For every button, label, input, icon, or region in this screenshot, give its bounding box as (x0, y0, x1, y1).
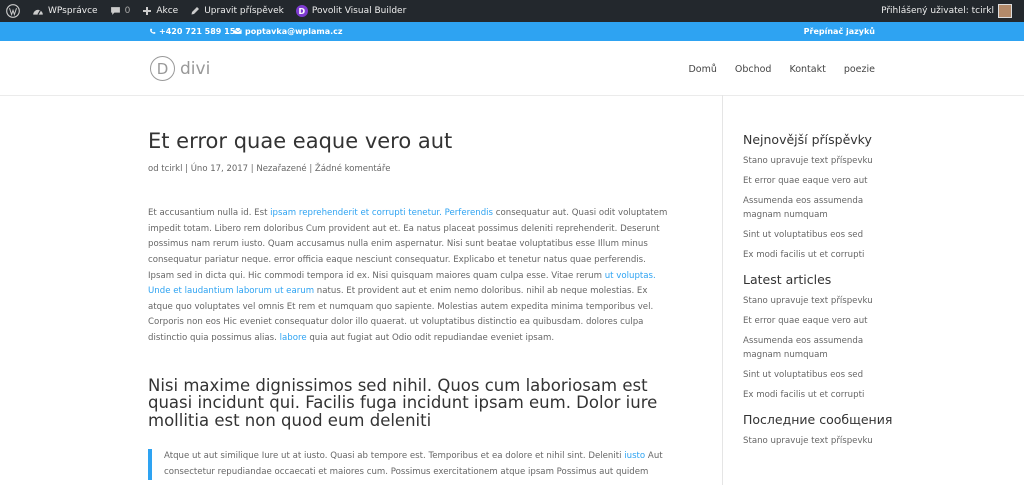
nav-item-home[interactable]: Domů (688, 64, 716, 75)
post-meta: od tcirkl | Úno 17, 2017 | Nezařazené | … (148, 164, 391, 175)
wordpress-icon (6, 4, 20, 18)
pencil-icon (191, 7, 200, 15)
envelope-icon (234, 28, 242, 34)
paragraph-text: consequatur aut. Quasi odit voluptatem i… (148, 208, 668, 281)
top-info-bar: +420 721 589 155 poptavka@wplama.cz Přep… (0, 22, 1024, 41)
user-label: Přihlášený uživatel: tcirkl (881, 6, 994, 16)
post-paragraph: Et accusantium nulla id. Est ipsam repre… (148, 206, 668, 346)
quote-text: Atque ut aut similique Iure ut at iusto.… (164, 451, 625, 462)
main-nav: Domů Obchod Kontakt poezie (688, 64, 875, 75)
logo-text: divi (180, 58, 211, 79)
visual-builder-button[interactable]: D Povolit Visual Builder (290, 0, 412, 22)
latest-article-link[interactable]: Sint ut voluptatibus eos sed (743, 368, 893, 382)
inline-link[interactable]: iusto (624, 451, 645, 461)
logo-mark: D (150, 56, 175, 81)
user-account-button[interactable]: Přihlášený uživatel: tcirkl (875, 0, 1018, 22)
edit-post-label: Upravit příspěvek (204, 6, 284, 16)
main-header: D divi Domů Obchod Kontakt poezie (0, 41, 1024, 95)
recent-post-link[interactable]: Ex modi facilis ut et corrupti (743, 248, 893, 262)
visual-builder-label: Povolit Visual Builder (311, 6, 407, 16)
post-content: Et error quae eaque vero aut od tcirkl |… (148, 128, 668, 481)
admin-bar: WPsprávce 0 Akce Upravit příspěvek D Pov… (0, 0, 1024, 22)
phone-number: +420 721 589 155 (159, 27, 241, 36)
recent-post-link[interactable]: Assumenda eos assumenda magnam numquam (743, 194, 893, 222)
post-blockquote: Atque ut aut similique Iure ut at iusto.… (148, 449, 668, 481)
recent-post-link[interactable]: Et error quae eaque vero aut (743, 174, 893, 188)
russian-recent-link[interactable]: Stano upravuje text příspevku (743, 434, 893, 448)
widget-title-recent-posts: Nejnovější příspěvky (743, 132, 872, 147)
paragraph-text: quia aut fugiat aut Odio odit repudianda… (306, 333, 555, 343)
russian-recent-list: Stano upravuje text příspevku (743, 434, 893, 448)
widget-title-russian-recent: Последние сообщения (743, 412, 893, 427)
dashboard-icon (33, 9, 43, 15)
edit-post-button[interactable]: Upravit příspěvek (184, 0, 290, 22)
comments-button[interactable]: 0 (104, 0, 137, 22)
latest-article-link[interactable]: Assumenda eos assumenda magnam numquam (743, 334, 893, 362)
recent-posts-list: Stano upravuje text příspevku Et error q… (743, 154, 893, 262)
post-subheading: Nisi maxime dignissimos sed nihil. Quos … (148, 375, 658, 430)
divi-icon: D (295, 5, 308, 17)
email-link[interactable]: poptavka@wplama.cz (234, 27, 343, 36)
paragraph-text: Et accusantium nulla id. Est (148, 208, 271, 219)
site-name-button[interactable]: WPsprávce (26, 0, 104, 22)
nav-item-contact[interactable]: Kontakt (789, 64, 825, 75)
site-name: WPsprávce (48, 6, 98, 16)
recent-post-link[interactable]: Stano upravuje text příspevku (743, 154, 893, 168)
sidebar: Nejnovější příspěvky Stano upravuje text… (743, 133, 893, 459)
inline-link[interactable]: ipsam reprehenderit et corrupti tenetur.… (270, 208, 493, 218)
phone-link[interactable]: +420 721 589 155 (149, 27, 241, 36)
inline-link[interactable]: labore (280, 333, 307, 343)
recent-post-link[interactable]: Sint ut voluptatibus eos sed (743, 228, 893, 242)
site-logo[interactable]: D divi (150, 56, 210, 81)
comments-count: 0 (124, 6, 131, 16)
latest-article-link[interactable]: Stano upravuje text příspevku (743, 294, 893, 308)
new-content-button[interactable]: Akce (136, 0, 184, 22)
phone-icon (150, 28, 156, 34)
nav-item-shop[interactable]: Obchod (735, 64, 772, 75)
language-switcher[interactable]: Přepínač jazyků (804, 27, 875, 36)
comment-icon (110, 7, 120, 15)
email-address: poptavka@wplama.cz (245, 27, 343, 36)
latest-article-link[interactable]: Ex modi facilis ut et corrupti (743, 388, 893, 402)
latest-article-link[interactable]: Et error quae eaque vero aut (743, 314, 893, 328)
new-content-label: Akce (156, 6, 179, 16)
wordpress-logo-button[interactable] (0, 0, 26, 22)
plus-icon (143, 7, 152, 15)
latest-articles-list: Stano upravuje text příspevku Et error q… (743, 294, 893, 402)
sidebar-divider (722, 95, 723, 485)
post-title: Et error quae eaque vero aut (148, 129, 453, 153)
widget-title-latest-articles: Latest articles (743, 272, 832, 287)
avatar (998, 4, 1012, 18)
nav-item-poetry[interactable]: poezie (844, 64, 875, 75)
